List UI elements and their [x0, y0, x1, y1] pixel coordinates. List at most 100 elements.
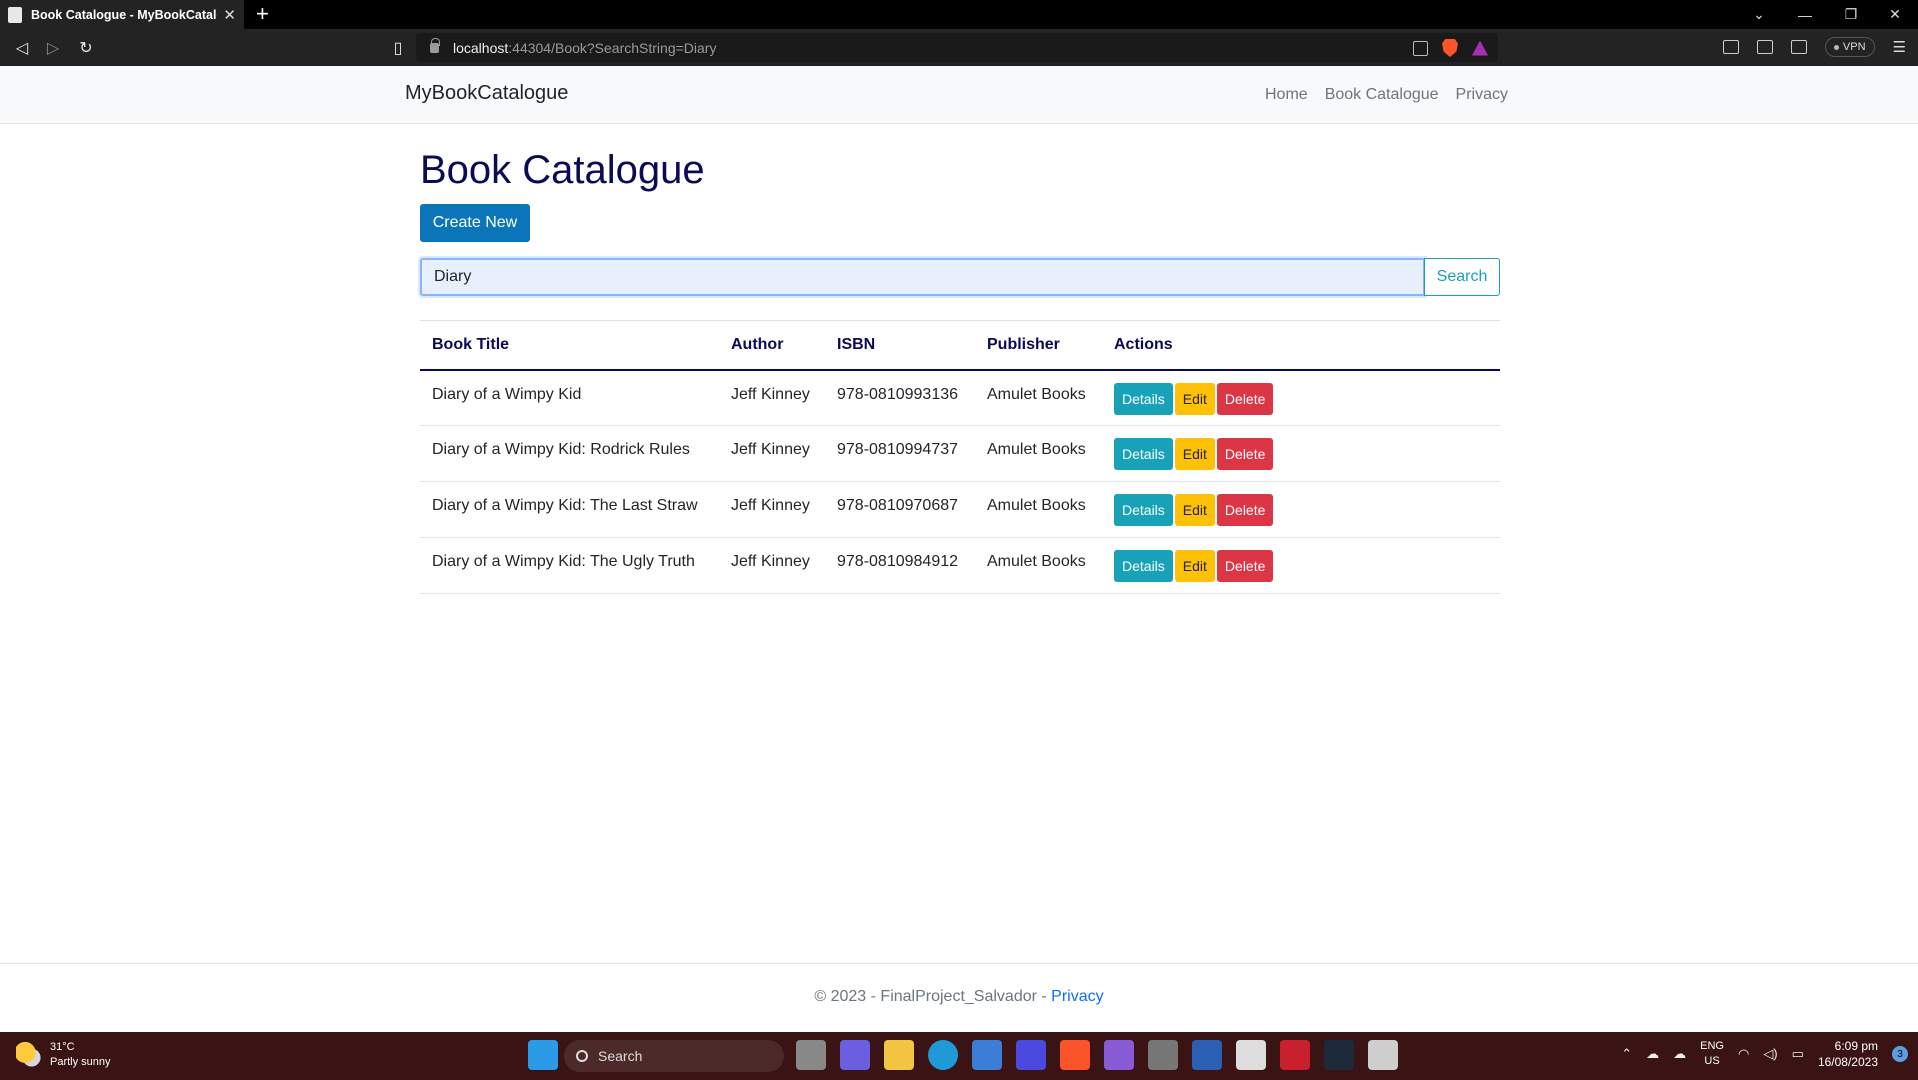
nav-book-catalogue-link[interactable]: Book Catalogue	[1325, 86, 1439, 104]
brave-shields-icon[interactable]	[1442, 39, 1458, 57]
task-view-icon[interactable]	[796, 1040, 826, 1070]
clock[interactable]: 6:09 pm 16/08/2023	[1818, 1038, 1878, 1070]
cell-author: Jeff Kinney	[719, 425, 825, 482]
unity-icon[interactable]	[1148, 1040, 1178, 1070]
cell-title: Diary of a Wimpy Kid: Rodrick Rules	[420, 425, 719, 482]
microsoft-store-icon[interactable]	[972, 1040, 1002, 1070]
footer-privacy-link[interactable]: Privacy	[1051, 988, 1103, 1005]
cloud-sync-icon[interactable]: ☁	[1673, 1046, 1686, 1062]
browser-tab[interactable]: Book Catalogue - MyBookCatalog ✕	[0, 0, 244, 29]
windows-start-icon[interactable]	[528, 1040, 558, 1070]
delete-button[interactable]: Delete	[1216, 550, 1274, 582]
cell-actions: Details Edit Delete	[1102, 537, 1500, 594]
vpn-status-dot	[1833, 44, 1839, 50]
header-author: Author	[719, 320, 825, 371]
battery-icon[interactable]: ▭	[1792, 1046, 1804, 1062]
delete-button[interactable]: Delete	[1216, 438, 1274, 470]
new-tab-button[interactable]: +	[256, 2, 269, 26]
nav-privacy-link[interactable]: Privacy	[1456, 86, 1508, 104]
delete-button[interactable]: Delete	[1216, 494, 1274, 526]
details-button[interactable]: Details	[1114, 438, 1173, 470]
volume-icon[interactable]: ◁)	[1763, 1046, 1777, 1062]
visual-studio-icon[interactable]	[1104, 1040, 1134, 1070]
page-title: Book Catalogue	[420, 148, 705, 192]
brave-rewards-icon[interactable]	[1472, 40, 1488, 56]
wallet-icon[interactable]	[1790, 40, 1807, 54]
header-actions: Actions	[1102, 320, 1500, 371]
teams-chat-icon[interactable]	[840, 1040, 870, 1070]
header-isbn: ISBN	[825, 320, 975, 371]
menu-icon[interactable]: ☰	[1893, 38, 1906, 56]
clock-date: 16/08/2023	[1817, 1055, 1878, 1069]
table-row: Diary of a Wimpy Kid: The Ugly Truth Jef…	[420, 537, 1500, 594]
header-book-title: Book Title	[420, 320, 719, 371]
onedrive-icon[interactable]: ☁	[1646, 1046, 1659, 1062]
cell-publisher: Amulet Books	[975, 425, 1102, 482]
back-icon[interactable]: ◁	[11, 37, 33, 59]
system-tray: ⌃ ☁ ☁ ENG US ◠ ◁) ▭ 6:09 pm 16/08/2023 3	[1621, 1038, 1908, 1070]
close-window-button[interactable]: ✕	[1872, 0, 1918, 29]
mcafee-icon[interactable]	[1280, 1040, 1310, 1070]
details-button[interactable]: Details	[1114, 550, 1173, 582]
brave-browser-icon[interactable]	[1060, 1040, 1090, 1070]
delete-button[interactable]: Delete	[1216, 382, 1274, 415]
restore-button[interactable]: ❐	[1828, 0, 1874, 29]
notification-badge[interactable]: 3	[1892, 1046, 1908, 1062]
search-button[interactable]: Search	[1424, 258, 1500, 296]
file-explorer-icon[interactable]	[884, 1040, 914, 1070]
share-icon[interactable]	[1413, 40, 1428, 56]
edit-button[interactable]: Edit	[1174, 382, 1215, 415]
wifi-icon[interactable]: ◠	[1738, 1046, 1749, 1062]
cell-author: Jeff Kinney	[719, 481, 825, 538]
nav-links: Home Book Catalogue Privacy	[1265, 86, 1508, 104]
chevron-up-icon[interactable]: ⌃	[1621, 1046, 1632, 1062]
reading-list-icon[interactable]	[1722, 40, 1739, 54]
cell-actions: Details Edit Delete	[1102, 369, 1500, 426]
minimize-button[interactable]: —	[1782, 0, 1828, 29]
details-button[interactable]: Details	[1114, 382, 1173, 415]
sidebar-icon[interactable]	[1756, 40, 1773, 54]
bookmark-icon[interactable]: ▯	[387, 37, 409, 59]
forward-icon[interactable]: ▷	[42, 37, 64, 59]
edit-button[interactable]: Edit	[1174, 494, 1215, 526]
create-new-button[interactable]: Create New	[420, 204, 530, 242]
reload-icon[interactable]: ↻	[75, 37, 97, 59]
cell-title: Diary of a Wimpy Kid: The Ugly Truth	[420, 537, 719, 594]
details-button[interactable]: Details	[1114, 494, 1173, 526]
address-bar[interactable]: localhost :44304/Book?SearchString=Diary	[416, 33, 1498, 62]
page-footer: © 2023 - FinalProject_Salvador - Privacy	[0, 963, 1918, 1032]
tab-search-chevron-icon[interactable]: ⌄	[1736, 0, 1782, 29]
lang-top: ENG	[1700, 1040, 1724, 1052]
cell-author: Jeff Kinney	[719, 537, 825, 594]
app-icon[interactable]	[1016, 1040, 1046, 1070]
search-input[interactable]	[420, 258, 1425, 296]
taskbar-search[interactable]: Search	[564, 1040, 784, 1072]
word-icon[interactable]	[1192, 1040, 1222, 1070]
weather-widget[interactable]: 31°C Partly sunny	[16, 1040, 111, 1070]
pinned-apps	[796, 1040, 1398, 1070]
snipping-tool-icon[interactable]	[1368, 1040, 1398, 1070]
footer-text: © 2023 - FinalProject_Salvador -	[814, 988, 1052, 1005]
edge-icon[interactable]	[928, 1040, 958, 1070]
partly-sunny-icon	[16, 1042, 42, 1068]
taskbar-apps	[528, 1040, 558, 1070]
vpn-label: VPN	[1842, 41, 1866, 53]
brand-link[interactable]: MyBookCatalogue	[405, 82, 568, 105]
books-table: Book Title Author ISBN Publisher Actions…	[420, 320, 1500, 594]
vpn-button[interactable]: VPN	[1824, 37, 1875, 57]
tab-close-icon[interactable]: ✕	[223, 6, 236, 24]
page-favicon-icon	[8, 6, 22, 23]
site-navbar: MyBookCatalogue Home Book Catalogue Priv…	[0, 66, 1918, 124]
nav-home-link[interactable]: Home	[1265, 86, 1308, 104]
language-indicator[interactable]: ENG US	[1700, 1039, 1724, 1069]
edit-button[interactable]: Edit	[1174, 438, 1215, 470]
weather-desc: Partly sunny	[50, 1056, 111, 1068]
notion-icon[interactable]	[1236, 1040, 1266, 1070]
terminal-icon[interactable]	[1324, 1040, 1354, 1070]
table-row: Diary of a Wimpy Kid: The Last Straw Jef…	[420, 481, 1500, 538]
edit-button[interactable]: Edit	[1174, 550, 1215, 582]
cell-publisher: Amulet Books	[975, 481, 1102, 538]
url-host: localhost	[453, 39, 509, 56]
browser-toolbar: ◁ ▷ ↻ ▯ localhost :44304/Book?SearchStri…	[0, 29, 1918, 66]
cell-publisher: Amulet Books	[975, 369, 1102, 426]
